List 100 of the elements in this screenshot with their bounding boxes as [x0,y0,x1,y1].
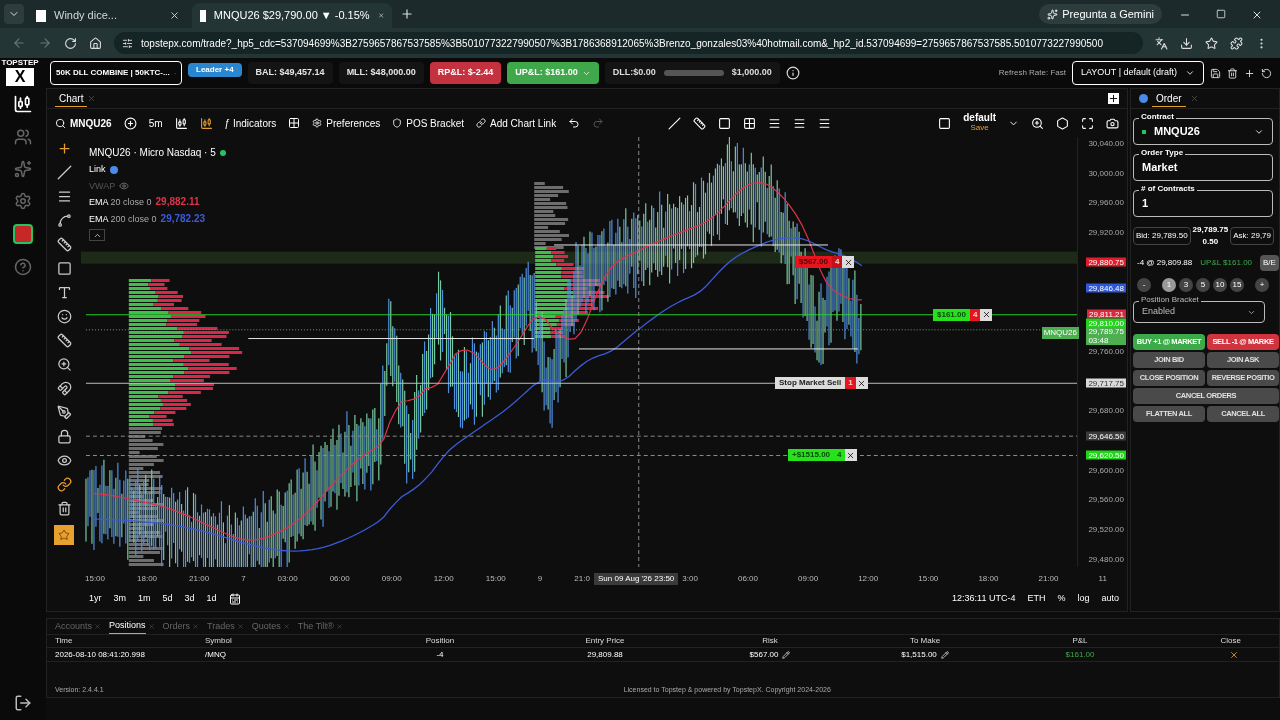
horizontal-lines-icon[interactable] [56,189,72,204]
site-settings-icon[interactable] [122,37,133,49]
order-quantity[interactable]: 4 [834,449,845,462]
zoom-icon[interactable] [56,357,72,372]
increase-button[interactable]: + [1255,278,1269,292]
templates-icon[interactable] [288,117,301,129]
browser-tab[interactable]: MNQU26 $29,790.00 ▼ -0.15% [192,3,392,28]
size-chip[interactable]: 3 [1179,278,1193,292]
cancel-order-button[interactable] [842,256,855,269]
pos-bracket-button[interactable]: POS Bracket [392,115,465,131]
pattern-icon[interactable] [56,213,72,228]
order-quantity[interactable]: 4 [969,308,981,321]
scale-button[interactable]: auto [1101,592,1119,606]
add-icon[interactable] [1244,67,1255,79]
translate-icon[interactable] [1155,36,1168,50]
save-icon[interactable] [1210,67,1221,79]
range-button[interactable]: 5d [162,592,173,606]
decrease-button[interactable]: - [1137,278,1151,292]
trend-line-icon[interactable] [56,165,72,180]
trash-icon[interactable] [1227,67,1238,79]
account-dropdown[interactable]: 50K DLL COMBINE | 50KTC-... [50,61,182,85]
browser-tab[interactable]: Windy dice... [28,3,188,28]
text-icon[interactable] [56,285,72,300]
zoom-icon[interactable] [1031,116,1044,130]
redo-icon[interactable] [592,117,605,129]
bars-icon[interactable] [174,116,188,130]
scale-button[interactable]: log [1077,592,1090,606]
order-quantity[interactable]: 1 [845,377,856,390]
new-tab-icon[interactable] [400,7,414,21]
download-icon[interactable] [1180,36,1193,50]
channel-icon[interactable] [793,116,807,130]
candles-icon[interactable] [199,116,213,130]
range-button[interactable]: 1m [138,592,151,606]
bottom-tab[interactable]: Quotes [251,619,281,634]
interval-button[interactable]: 5m [148,115,163,131]
bottom-tab[interactable]: Accounts [55,619,93,634]
bottom-tab[interactable]: The Tilt® [297,619,334,634]
range-button[interactable]: 3d [184,592,195,606]
trash-icon[interactable] [56,501,72,516]
info-icon[interactable] [785,66,800,80]
ruler-icon[interactable] [56,333,72,348]
order-label[interactable]: +$1515.00 [788,449,835,462]
chart-icon[interactable] [13,94,33,114]
order-quantity[interactable]: 4 [831,256,843,269]
order-label[interactable]: Stop Market Sell [775,377,846,390]
fullscreen-icon[interactable] [1081,116,1094,130]
chart-link-button[interactable]: Add Chart Link [476,115,557,131]
scale-button[interactable]: % [1057,592,1066,606]
crosshair-icon[interactable] [56,141,72,156]
range-button[interactable]: 1yr [89,592,102,606]
size-chip[interactable]: 15 [1230,278,1244,292]
bottom-tab[interactable]: Positions [109,619,146,634]
reload-icon[interactable] [64,36,77,50]
eye-icon[interactable] [56,453,72,468]
analytics-icon[interactable] [14,160,32,178]
bookmark-icon[interactable] [1205,36,1218,50]
calendar-icon[interactable] [228,593,241,605]
layout-dropdown[interactable]: LAYOUT | default (draft) [1071,61,1204,85]
help-icon[interactable] [14,258,32,276]
ask-price[interactable]: Ask: 29,79 [1230,227,1274,245]
logout-icon[interactable] [14,694,32,712]
hidden-icon[interactable] [119,181,130,192]
tab-search-button[interactable] [4,4,24,24]
address-bar[interactable]: topstepx.com/trade?_hp5_cdc=537094699%3B2759657867537585%3B5010773227990507%3B1786368912065%3Brenzo_gonzales03%40hotmail.com&_hp2_id.537094699=2759657867537585.5010773227990500 [114,32,1143,54]
close-icon[interactable] [169,10,180,21]
add-panel-icon[interactable] [1108,93,1119,104]
preferences-button[interactable]: Preferences [312,115,381,131]
layout-icon[interactable] [938,116,952,130]
edit-icon[interactable] [940,650,949,659]
back-icon[interactable] [12,36,26,50]
panel-tab[interactable]: Chart [55,90,88,107]
panel-tab[interactable]: Order [1152,90,1186,107]
lock-icon[interactable] [56,429,72,444]
cancel-order-button[interactable] [980,308,993,321]
collapse-button[interactable] [89,229,105,241]
template-button[interactable]: default Save [963,113,996,133]
forward-icon[interactable] [38,36,52,50]
bid-price[interactable]: Bid: 29,789.50 [1133,227,1191,245]
session-button[interactable]: ETH [1027,592,1046,606]
symbol-search[interactable]: MNQU26 [55,115,112,131]
grid-icon[interactable] [743,116,757,130]
extensions-icon[interactable] [1230,36,1243,50]
levels-icon[interactable] [818,116,832,130]
close-position-icon[interactable] [1229,649,1239,660]
rectangle-icon[interactable] [56,261,72,276]
bottom-tab[interactable]: Trades [207,619,235,634]
size-chip[interactable]: 5 [1196,278,1210,292]
reset-icon[interactable] [1261,67,1272,79]
magnet-icon[interactable] [56,381,72,396]
order-label[interactable]: $161.00 [933,308,970,321]
gemini-button[interactable]: Pregunta a Gemini [1039,4,1162,24]
link-icon[interactable] [56,477,72,492]
edit-icon[interactable] [782,650,791,659]
lines-icon[interactable] [768,116,782,130]
home-icon[interactable] [89,36,102,50]
smiley-icon[interactable] [56,309,72,324]
pen-icon[interactable] [56,405,72,420]
size-chip[interactable]: 10 [1213,278,1227,292]
camera-icon[interactable] [1106,116,1119,130]
range-button[interactable]: 3m [113,592,127,606]
